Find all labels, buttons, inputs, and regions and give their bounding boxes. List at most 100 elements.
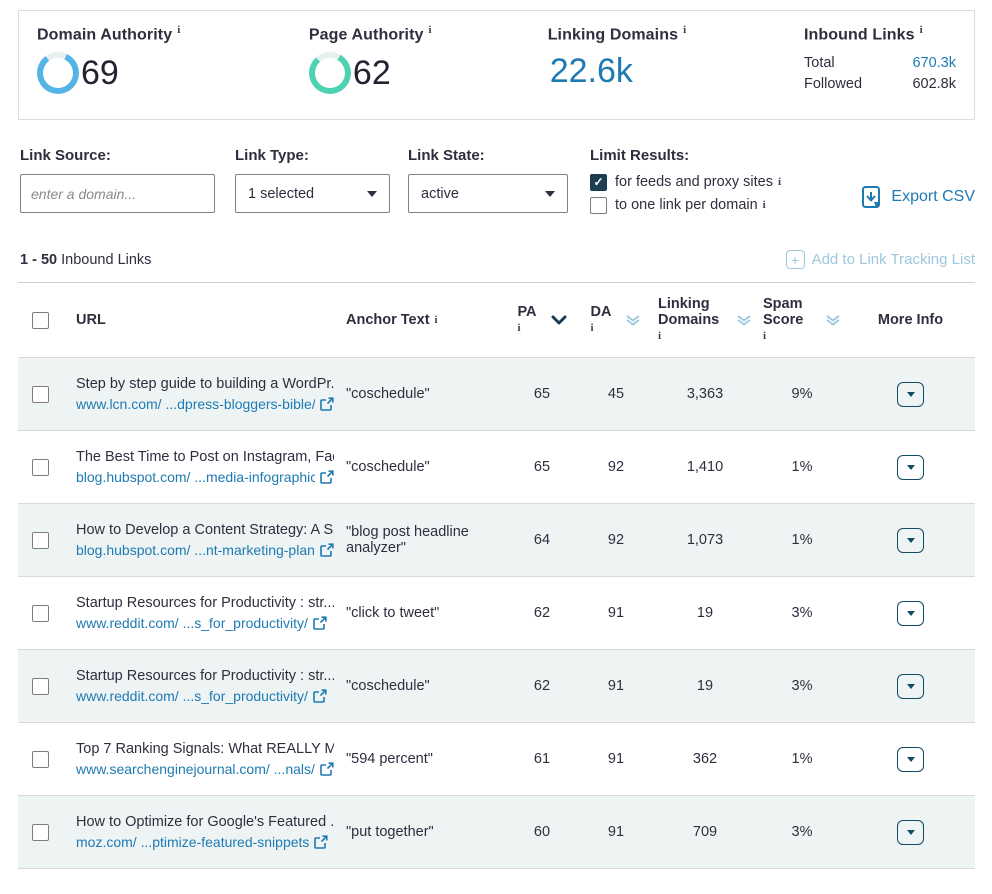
table-header: URL Anchor Texti PAi DAi Linking Domains… xyxy=(18,283,975,357)
da-value: 91 xyxy=(580,678,652,694)
info-icon[interactable]: i xyxy=(683,24,686,36)
header-pa-sort[interactable]: PAi xyxy=(504,304,580,336)
table-row: Startup Resources for Productivity : str… xyxy=(18,576,975,649)
limit-results-option[interactable]: to one link per domain i xyxy=(590,197,830,214)
metric-page-authority: Page Authorityi 62 xyxy=(309,24,548,104)
external-link-icon[interactable] xyxy=(320,470,334,484)
link-title: How to Develop a Content Strategy: A S..… xyxy=(76,520,334,540)
link-title: Startup Resources for Productivity : str… xyxy=(76,666,334,686)
table-row: The Best Time to Post on Instagram, Fac.… xyxy=(18,430,975,503)
results-label: Inbound Links xyxy=(61,252,151,268)
external-link-icon[interactable] xyxy=(320,397,334,411)
header-url: URL xyxy=(76,312,346,328)
row-checkbox[interactable] xyxy=(32,532,49,549)
checkbox-checked[interactable]: ✓ xyxy=(590,174,607,191)
linking-domains-value: 1,410 xyxy=(652,459,758,475)
spam-score-value: 9% xyxy=(758,386,846,402)
link-title: Top 7 Ranking Signals: What REALLY M... xyxy=(76,739,334,759)
more-info-button[interactable] xyxy=(897,528,924,553)
more-info-button[interactable] xyxy=(897,455,924,480)
chevron-down-icon xyxy=(907,392,915,397)
sort-icon xyxy=(825,315,841,326)
link-url[interactable]: moz.com/ ...ptimize-featured-snippets xyxy=(76,832,309,852)
inbound-links-table: URL Anchor Texti PAi DAi Linking Domains… xyxy=(18,282,975,869)
info-icon[interactable]: i xyxy=(658,328,661,344)
info-icon[interactable]: i xyxy=(435,314,438,326)
limit-results-option[interactable]: ✓ for feeds and proxy sites i xyxy=(590,174,830,191)
header-linking-domains-sort[interactable]: Linking Domainsi xyxy=(652,296,758,344)
linking-domains-value: 19 xyxy=(652,678,758,694)
da-value: 91 xyxy=(580,824,652,840)
row-checkbox[interactable] xyxy=(32,459,49,476)
pa-value: 62 xyxy=(504,678,580,694)
followed-label: Followed xyxy=(804,74,862,95)
info-icon[interactable]: i xyxy=(778,174,781,191)
more-info-button[interactable] xyxy=(897,382,924,407)
row-checkbox[interactable] xyxy=(32,605,49,622)
link-url[interactable]: blog.hubspot.com/ ...nt-marketing-plan xyxy=(76,540,315,560)
external-link-icon[interactable] xyxy=(320,762,334,776)
info-icon[interactable]: i xyxy=(920,24,923,36)
table-row: How to Develop a Content Strategy: A S..… xyxy=(18,503,975,576)
domain-authority-label: Domain Authority xyxy=(37,26,172,43)
chevron-down-icon xyxy=(907,465,915,470)
info-icon[interactable]: i xyxy=(177,24,180,36)
info-icon[interactable]: i xyxy=(591,320,594,336)
da-value: 92 xyxy=(580,459,652,475)
export-csv-button[interactable]: Export CSV xyxy=(861,185,975,209)
row-checkbox[interactable] xyxy=(32,824,49,841)
add-to-link-tracking-list-label: Add to Link Tracking List xyxy=(812,251,975,268)
da-value: 91 xyxy=(580,751,652,767)
inbound-total-row: Total 670.3k xyxy=(804,53,956,74)
row-checkbox[interactable] xyxy=(32,386,49,403)
info-icon[interactable]: i xyxy=(763,328,766,344)
external-link-icon[interactable] xyxy=(314,835,328,849)
link-url[interactable]: www.reddit.com/ ...s_for_productivity/ xyxy=(76,613,308,633)
link-url[interactable]: www.lcn.com/ ...dpress-bloggers-bible/ xyxy=(76,394,315,414)
chevron-down-icon xyxy=(367,191,377,197)
pa-value: 61 xyxy=(504,751,580,767)
link-title: The Best Time to Post on Instagram, Fac.… xyxy=(76,447,334,467)
spam-score-value: 3% xyxy=(758,678,846,694)
limit-option-label: for feeds and proxy sites xyxy=(615,174,773,191)
plus-icon: + xyxy=(786,250,805,269)
external-link-icon[interactable] xyxy=(320,543,334,557)
sort-icon xyxy=(736,315,752,326)
more-info-button[interactable] xyxy=(897,601,924,626)
link-url[interactable]: www.searchenginejournal.com/ ...nals/ xyxy=(76,759,315,779)
add-to-link-tracking-list-button[interactable]: + Add to Link Tracking List xyxy=(786,250,975,269)
followed-value: 602.8k xyxy=(912,74,956,95)
link-type-dropdown[interactable]: 1 selected xyxy=(235,174,390,213)
link-state-dropdown[interactable]: active xyxy=(408,174,568,213)
link-url[interactable]: blog.hubspot.com/ ...media-infographic xyxy=(76,467,315,487)
external-link-icon[interactable] xyxy=(313,689,327,703)
info-icon[interactable]: i xyxy=(517,320,520,336)
more-info-button[interactable] xyxy=(897,747,924,772)
total-label: Total xyxy=(804,53,835,74)
total-value-link[interactable]: 670.3k xyxy=(912,53,956,74)
row-checkbox[interactable] xyxy=(32,678,49,695)
header-anchor-text: Anchor Texti xyxy=(346,312,504,328)
link-source-filter: Link Source: xyxy=(20,147,215,220)
more-info-button[interactable] xyxy=(897,674,924,699)
link-title: Startup Resources for Productivity : str… xyxy=(76,593,334,613)
checkbox-unchecked[interactable] xyxy=(590,197,607,214)
row-checkbox[interactable] xyxy=(32,751,49,768)
limit-option-label: to one link per domain xyxy=(615,197,758,214)
chevron-down-icon xyxy=(907,757,915,762)
header-spam-score-sort[interactable]: Spam Scorei xyxy=(758,296,846,344)
select-all-checkbox[interactable] xyxy=(32,312,49,329)
info-icon[interactable]: i xyxy=(429,24,432,36)
spam-score-value: 3% xyxy=(758,824,846,840)
page-authority-label: Page Authority xyxy=(309,26,424,43)
link-url[interactable]: www.reddit.com/ ...s_for_productivity/ xyxy=(76,686,308,706)
anchor-text: "coschedule" xyxy=(346,386,504,402)
link-source-input[interactable] xyxy=(20,174,215,213)
pa-value: 62 xyxy=(504,605,580,621)
info-icon[interactable]: i xyxy=(763,197,766,214)
external-link-icon[interactable] xyxy=(313,616,327,630)
more-info-button[interactable] xyxy=(897,820,924,845)
table-row: Step by step guide to building a WordPr.… xyxy=(18,357,975,430)
export-area: Export CSV xyxy=(830,147,975,220)
header-da-sort[interactable]: DAi xyxy=(580,304,652,336)
